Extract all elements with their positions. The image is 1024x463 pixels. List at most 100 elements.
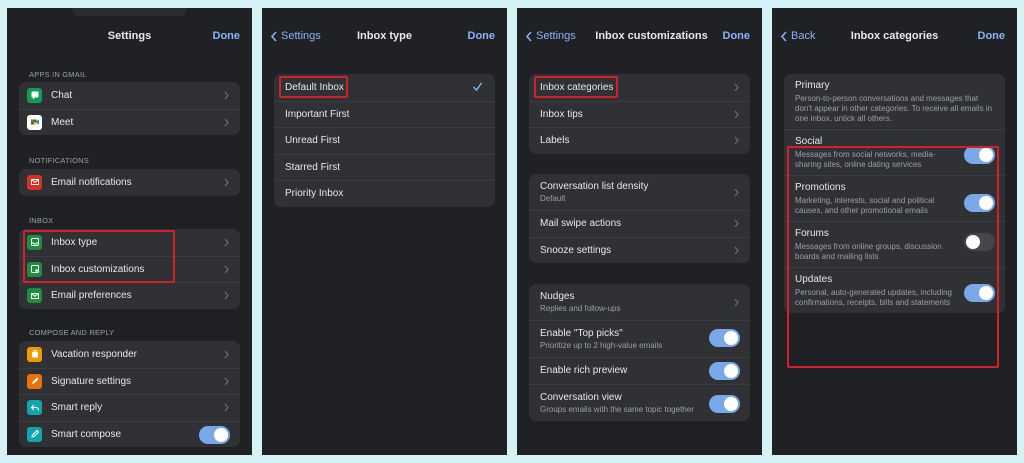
rich-preview-toggle[interactable] bbox=[709, 362, 740, 380]
top-picks-toggle[interactable] bbox=[709, 329, 740, 347]
category-label: Promotions bbox=[795, 182, 846, 193]
meet-item[interactable]: Meet bbox=[19, 108, 240, 136]
checkmark-icon bbox=[473, 82, 483, 92]
forums-toggle[interactable] bbox=[964, 233, 995, 251]
chat-item[interactable]: Chat bbox=[19, 82, 240, 109]
signature-settings-item[interactable]: Signature settings bbox=[19, 367, 240, 395]
pen-icon bbox=[27, 373, 42, 389]
chevron-right-icon bbox=[224, 403, 229, 412]
email-notifications-item[interactable]: Email notifications bbox=[19, 169, 240, 196]
category-label: Social bbox=[795, 136, 823, 147]
category-primary: Primary Person-to-person conversations a… bbox=[784, 74, 1005, 129]
option-label: Starred First bbox=[285, 161, 341, 173]
email-preferences-item[interactable]: Email preferences bbox=[19, 282, 240, 309]
meet-label: Meet bbox=[51, 116, 74, 128]
conversation-view-label: Conversation view bbox=[540, 391, 622, 403]
snooze-settings-label: Snooze settings bbox=[540, 244, 612, 256]
inbox-customizations-header: Settings Inbox customizations Done bbox=[517, 8, 762, 64]
inbox-categories-label: Inbox categories bbox=[540, 81, 614, 93]
option-default-inbox[interactable]: Default Inbox bbox=[274, 74, 495, 101]
chevron-right-icon bbox=[734, 83, 739, 92]
chevron-right-icon bbox=[734, 298, 739, 306]
top-picks-desc: Prioritize up to 2 high-value emails bbox=[540, 341, 663, 350]
density-value: Default bbox=[540, 194, 566, 203]
density-label: Conversation list density bbox=[540, 181, 649, 192]
nudges-desc: Replies and follow-ups bbox=[540, 304, 621, 313]
section-notifications: NOTIFICATIONS bbox=[29, 156, 89, 165]
option-important-first[interactable]: Important First bbox=[274, 100, 495, 128]
inbox-tips-label: Inbox tips bbox=[540, 108, 583, 120]
nudges-item[interactable]: Nudges Replies and follow-ups bbox=[529, 284, 750, 320]
inbox-customizations-panel: Settings Inbox customizations Done Inbox… bbox=[517, 8, 762, 455]
chevron-right-icon bbox=[224, 238, 229, 247]
category-desc: Messages from social networks, media-sha… bbox=[795, 150, 936, 169]
smart-reply-item[interactable]: Smart reply bbox=[19, 394, 240, 421]
option-label: Unread First bbox=[285, 135, 341, 147]
updates-toggle[interactable] bbox=[964, 284, 995, 302]
chevron-right-icon bbox=[734, 188, 739, 196]
settings-panel: Settings Done APPS IN GMAIL Chat Meet NO… bbox=[7, 8, 252, 455]
settings-header: Settings Done bbox=[7, 8, 252, 64]
inbox-icon bbox=[27, 234, 42, 250]
inbox-group: Inbox type Inbox customizations Email pr… bbox=[19, 229, 240, 309]
smart-compose-toggle[interactable] bbox=[199, 425, 230, 444]
social-toggle[interactable] bbox=[964, 146, 995, 164]
categories-list: Primary Person-to-person conversations a… bbox=[784, 74, 1005, 313]
chat-label: Chat bbox=[51, 89, 73, 101]
inbox-customize-icon bbox=[27, 261, 42, 277]
option-unread-first[interactable]: Unread First bbox=[274, 127, 495, 154]
chat-icon bbox=[27, 87, 42, 103]
notifications-group: Email notifications bbox=[19, 169, 240, 196]
vacation-responder-item[interactable]: Vacation responder bbox=[19, 341, 240, 368]
conversation-view-toggle[interactable] bbox=[709, 394, 740, 413]
chevron-right-icon bbox=[734, 246, 739, 255]
meet-icon bbox=[27, 114, 42, 130]
category-promotions: Promotions Marketing, interests, social … bbox=[784, 175, 1005, 221]
inbox-customizations-label: Inbox customizations bbox=[51, 263, 145, 275]
inbox-type-label: Inbox type bbox=[51, 236, 98, 248]
done-button[interactable]: Done bbox=[213, 30, 241, 42]
mail-icon bbox=[27, 174, 42, 190]
chevron-right-icon bbox=[224, 91, 229, 100]
categories-group: Inbox categories Inbox tips Labels bbox=[529, 74, 750, 154]
inbox-customizations-item[interactable]: Inbox customizations bbox=[19, 255, 240, 283]
section-compose-and-reply: COMPOSE AND REPLY bbox=[29, 328, 115, 337]
mail-swipe-actions-item[interactable]: Mail swipe actions bbox=[529, 210, 750, 237]
reply-icon bbox=[27, 400, 42, 416]
option-priority-inbox[interactable]: Priority Inbox bbox=[274, 180, 495, 207]
done-button[interactable]: Done bbox=[978, 30, 1006, 42]
labels-item[interactable]: Labels bbox=[529, 127, 750, 154]
chevron-right-icon bbox=[734, 136, 739, 145]
inbox-tips-item[interactable]: Inbox tips bbox=[529, 100, 750, 128]
smart-compose-item: Smart compose bbox=[19, 420, 240, 448]
features-group: Nudges Replies and follow-ups Enable "To… bbox=[529, 284, 750, 421]
compose-group: Vacation responder Signature settings Sm… bbox=[19, 341, 240, 447]
inbox-categories-header: Back Inbox categories Done bbox=[772, 8, 1017, 64]
chevron-right-icon bbox=[734, 219, 739, 228]
email-preferences-label: Email preferences bbox=[51, 290, 132, 302]
category-social: Social Messages from social networks, me… bbox=[784, 129, 1005, 175]
nudges-label: Nudges bbox=[540, 291, 575, 302]
done-button[interactable]: Done bbox=[468, 30, 496, 42]
inbox-categories-item[interactable]: Inbox categories bbox=[529, 74, 750, 101]
vacation-responder-label: Vacation responder bbox=[51, 348, 137, 360]
compose-pencil-icon bbox=[27, 426, 42, 442]
chevron-left-icon bbox=[525, 31, 532, 41]
category-desc: Marketing, interests, social and politic… bbox=[795, 196, 935, 215]
category-forums: Forums Messages from online groups, disc… bbox=[784, 221, 1005, 267]
category-updates: Updates Personal, auto-generated updates… bbox=[784, 267, 1005, 313]
apps-group: Chat Meet bbox=[19, 82, 240, 135]
mail-swipe-actions-label: Mail swipe actions bbox=[540, 218, 622, 230]
option-starred-first[interactable]: Starred First bbox=[274, 153, 495, 181]
display-group: Conversation list density Default Mail s… bbox=[529, 174, 750, 263]
inbox-type-item[interactable]: Inbox type bbox=[19, 229, 240, 256]
chevron-right-icon bbox=[224, 291, 229, 300]
done-button[interactable]: Done bbox=[723, 30, 751, 42]
category-desc: Personal, auto-generated updates, includ… bbox=[795, 288, 952, 307]
snooze-settings-item[interactable]: Snooze settings bbox=[529, 236, 750, 264]
section-inbox: INBOX bbox=[29, 216, 54, 225]
chevron-right-icon bbox=[224, 118, 229, 127]
category-label: Forums bbox=[795, 228, 829, 239]
density-item[interactable]: Conversation list density Default bbox=[529, 174, 750, 210]
promotions-toggle[interactable] bbox=[964, 194, 995, 212]
